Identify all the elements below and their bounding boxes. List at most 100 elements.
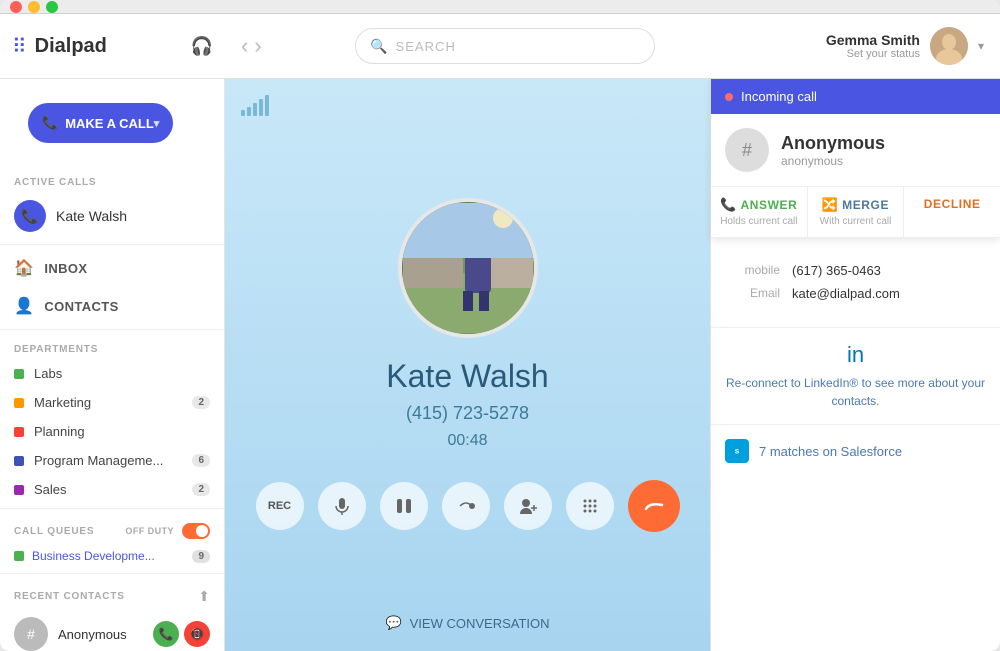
mute-button[interactable] xyxy=(318,482,366,530)
maximize-button[interactable] xyxy=(46,1,58,13)
logo-text: Dialpad xyxy=(35,35,107,58)
merge-sub: With current call xyxy=(820,216,892,227)
dept-item-program-management[interactable]: Program Manageme... 6 xyxy=(0,446,224,475)
answer-call-button[interactable]: 📞 xyxy=(153,621,179,647)
search-bar[interactable]: 🔍 SEARCH xyxy=(355,28,655,64)
merge-button[interactable]: 🔀 MERGE With current call xyxy=(808,187,905,237)
right-panel: Incoming call # Anonymous anonymous xyxy=(710,79,1000,651)
queue-badge: 9 xyxy=(192,550,210,563)
caller-avatar xyxy=(398,198,538,338)
call-duration: 00:48 xyxy=(447,432,487,450)
recent-contacts-header: RECENT CONTACTS ⬆ xyxy=(0,578,224,609)
keypad-button[interactable] xyxy=(566,482,614,530)
off-duty-label: OFF DUTY xyxy=(125,526,174,536)
make-call-button[interactable]: 📞 MAKE A CALL ▾ xyxy=(14,91,210,155)
merge-icon: 🔀 xyxy=(822,197,838,213)
off-duty-toggle[interactable] xyxy=(182,523,210,539)
dept-name-planning: Planning xyxy=(34,424,210,439)
view-conversation-label: VIEW CONVERSATION xyxy=(410,616,550,631)
record-button[interactable]: REC xyxy=(256,482,304,530)
minimize-button[interactable] xyxy=(28,1,40,13)
contact-details: mobile (617) 365-0463 Email kate@dialpad… xyxy=(711,249,1000,323)
dropdown-arrow-icon: ▾ xyxy=(154,117,160,130)
signal-bar-4 xyxy=(259,99,263,116)
contact-avatar-anonymous: # xyxy=(14,617,48,651)
phone-active-icon: 📞 xyxy=(21,208,38,225)
view-conversation-button[interactable]: 💬 VIEW CONVERSATION xyxy=(385,615,549,631)
divider xyxy=(0,244,224,245)
user-status: Set your status xyxy=(826,48,920,60)
anonymous-avatar: # xyxy=(725,128,769,172)
export-icon[interactable]: ⬆ xyxy=(198,588,210,605)
call-queues-label: CALL QUEUES xyxy=(14,526,117,537)
mobile-detail: mobile (617) 365-0463 xyxy=(725,263,986,278)
dept-name-sales: Sales xyxy=(34,482,182,497)
dept-dot-sales xyxy=(14,485,24,495)
linkedin-section: in Re-connect to LinkedIn® to see more a… xyxy=(711,327,1000,424)
contact-info-anonymous: Anonymous xyxy=(58,627,143,642)
sidebar-item-contacts[interactable]: 👤 CONTACTS xyxy=(0,287,224,325)
signal-bar-2 xyxy=(247,107,251,116)
add-person-button[interactable] xyxy=(504,482,552,530)
contacts-label: CONTACTS xyxy=(44,299,118,314)
dept-item-sales[interactable]: Sales 2 xyxy=(0,475,224,504)
decline-call-button[interactable]: 📵 xyxy=(184,621,210,647)
make-call-btn[interactable]: 📞 MAKE A CALL ▾ xyxy=(28,103,173,143)
hold-button[interactable] xyxy=(380,482,428,530)
end-call-button[interactable] xyxy=(628,480,680,532)
chat-icon: 💬 xyxy=(385,615,401,631)
recent-contacts-label: RECENT CONTACTS xyxy=(14,591,198,602)
user-info: Gemma Smith Set your status xyxy=(826,32,920,60)
search-placeholder: SEARCH xyxy=(395,39,455,54)
answer-label: ANSWER xyxy=(740,198,797,212)
dept-dot-labs xyxy=(14,369,24,379)
incoming-actions: 📞 ANSWER Holds current call 🔀 MERGE xyxy=(711,186,1000,237)
incoming-call-header: Incoming call xyxy=(711,79,1000,114)
answer-button[interactable]: 📞 ANSWER Holds current call xyxy=(711,187,808,237)
active-call-item[interactable]: 📞 Kate Walsh xyxy=(0,192,224,240)
decline-button[interactable]: DECLINE xyxy=(904,187,1000,237)
sidebar-item-inbox[interactable]: 🏠 INBOX xyxy=(0,249,224,287)
transfer-button[interactable] xyxy=(442,482,490,530)
queue-item-biz-dev[interactable]: Business Developme... 9 xyxy=(0,543,224,569)
email-value: kate@dialpad.com xyxy=(792,286,900,301)
phone-icon: 📞 xyxy=(42,115,58,131)
divider-2 xyxy=(0,329,224,330)
incoming-call-label: Incoming call xyxy=(741,89,817,104)
topbar-right: ‹ › 🔍 SEARCH Gemma Smith Set your status xyxy=(225,14,1000,79)
queue-dot xyxy=(14,551,24,561)
dept-dot-planning xyxy=(14,427,24,437)
dept-item-marketing[interactable]: Marketing 2 xyxy=(0,388,224,417)
make-call-label: MAKE A CALL xyxy=(65,116,154,131)
user-chevron-icon[interactable]: ▾ xyxy=(978,39,984,53)
dept-badge-marketing: 2 xyxy=(192,396,210,409)
titlebar xyxy=(0,0,1000,14)
close-button[interactable] xyxy=(10,1,22,13)
salesforce-text: 7 matches on Salesforce xyxy=(759,444,902,459)
forward-icon[interactable]: › xyxy=(254,33,261,59)
call-controls: REC xyxy=(256,480,680,532)
nav-arrows: ‹ › xyxy=(241,33,262,59)
svg-text:S: S xyxy=(735,449,740,456)
salesforce-section[interactable]: S 7 matches on Salesforce xyxy=(711,424,1000,477)
contacts-icon: 👤 xyxy=(14,296,34,316)
headset-icon[interactable]: 🎧 xyxy=(191,36,213,57)
mobile-value: (617) 365-0463 xyxy=(792,263,881,278)
active-call-name: Kate Walsh xyxy=(56,208,127,224)
signal-bars xyxy=(241,95,269,116)
answer-phone-icon: 📞 xyxy=(720,197,736,213)
call-queues-header: CALL QUEUES OFF DUTY xyxy=(0,513,224,543)
dept-name-marketing: Marketing xyxy=(34,395,182,410)
contact-item-anonymous[interactable]: # Anonymous 📞 📵 xyxy=(0,609,224,651)
back-icon[interactable]: ‹ xyxy=(241,33,248,59)
avatar[interactable] xyxy=(930,27,968,65)
linkedin-text: Re-connect to LinkedIn® to see more abou… xyxy=(725,374,986,410)
topbar-left: ⠿ Dialpad 🎧 xyxy=(0,14,225,79)
dept-item-labs[interactable]: Labs xyxy=(0,359,224,388)
dept-dot-program xyxy=(14,456,24,466)
dept-item-planning[interactable]: Planning xyxy=(0,417,224,446)
app-window: ⠿ Dialpad 🎧 📞 MAKE A CALL ▾ xyxy=(0,0,1000,651)
user-name: Gemma Smith xyxy=(826,32,920,48)
anonymous-sub: anonymous xyxy=(781,154,885,168)
incoming-dot xyxy=(725,93,733,101)
